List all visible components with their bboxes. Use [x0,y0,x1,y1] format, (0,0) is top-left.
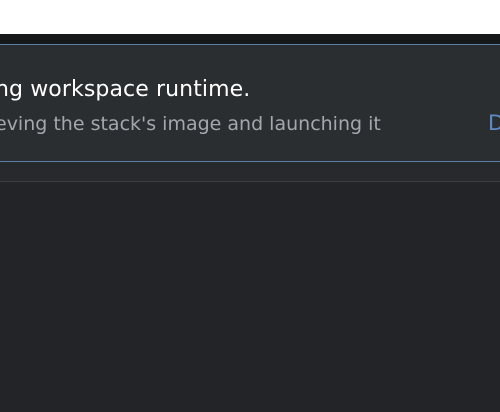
notification-title: ng workspace runtime. [0,77,251,102]
browser-chrome-top [0,0,500,34]
app-window: ng workspace runtime. eving the stack's … [0,0,500,412]
header-bar [0,34,500,44]
notification-action-button[interactable]: D [488,111,500,135]
content-area [0,182,500,412]
workspace-status-notification: ng workspace runtime. eving the stack's … [0,44,500,162]
notification-subtitle: eving the stack's image and launching it [0,113,381,135]
panel-toolbar [0,162,500,181]
